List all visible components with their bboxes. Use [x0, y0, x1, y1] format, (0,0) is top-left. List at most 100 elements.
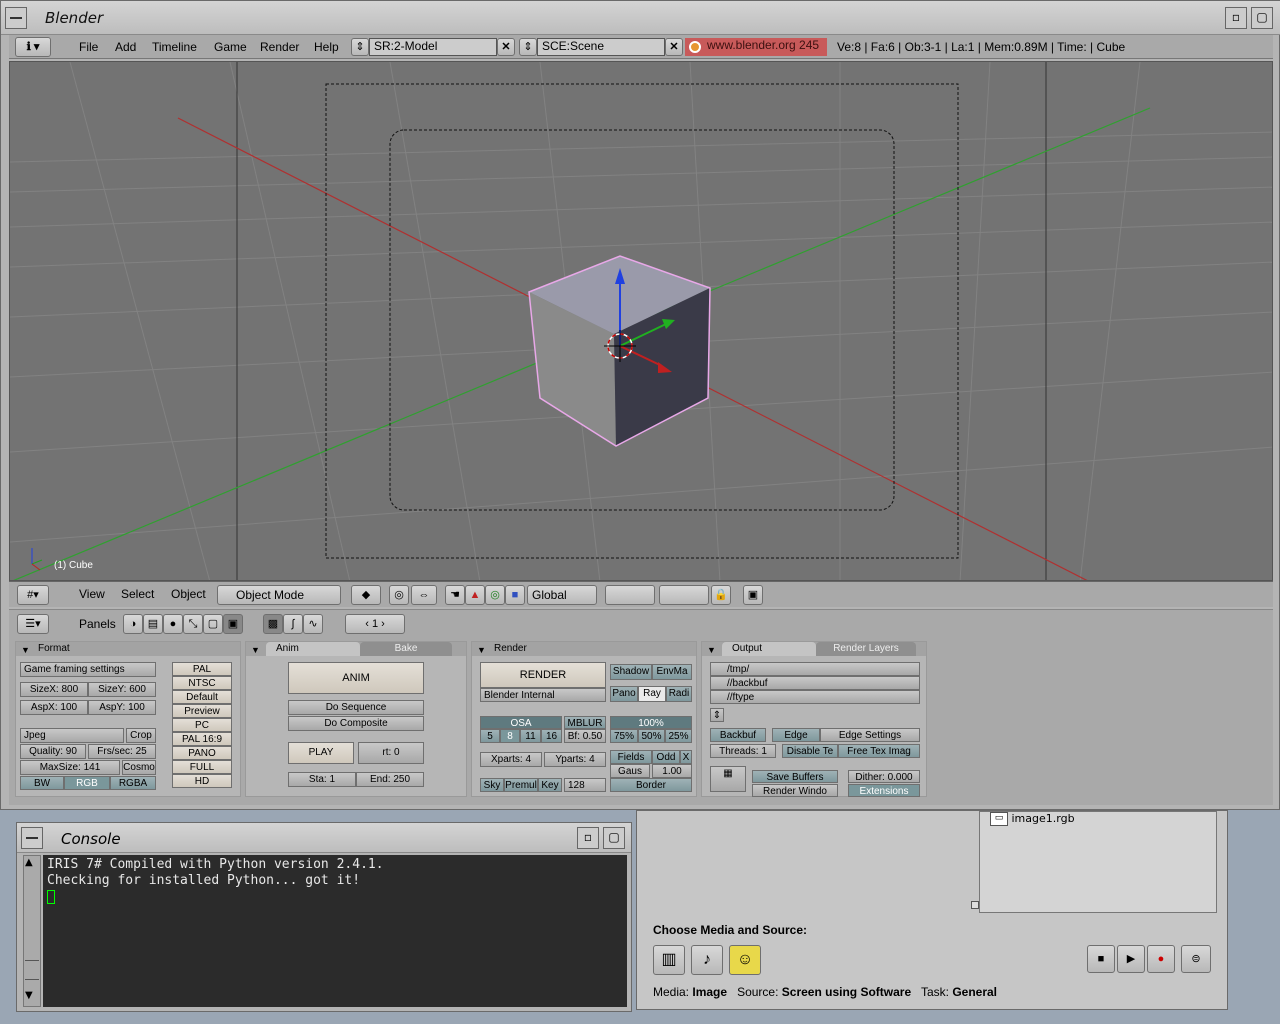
scene-name-field[interactable]: SCE:Scene — [537, 38, 665, 56]
key-toggle[interactable]: Key — [538, 778, 562, 792]
cosmo-toggle[interactable]: Cosmo — [122, 760, 156, 775]
render-window-select[interactable]: Render Windo — [752, 784, 838, 797]
extensions-toggle[interactable]: Extensions — [848, 784, 920, 797]
3dview-editor-type-icon[interactable]: #▾ — [17, 585, 49, 605]
fps-field[interactable]: Frs/sec: 25 — [88, 744, 156, 759]
console-maximize-button[interactable]: ▢ — [603, 827, 625, 849]
save-buffers-toggle[interactable]: Save Buffers — [752, 770, 838, 783]
rgba-toggle[interactable]: RGBA — [110, 776, 156, 790]
ftype-path-field[interactable]: //ftype — [710, 690, 920, 704]
output-path-field[interactable]: /tmp/ — [710, 662, 920, 676]
preset-pal[interactable]: PAL — [172, 662, 232, 676]
fields-toggle[interactable]: Fields — [610, 750, 652, 764]
preset-preview[interactable]: Preview — [172, 704, 232, 718]
preset-pal-169[interactable]: PAL 16:9 — [172, 732, 232, 746]
editor-type-button[interactable]: ℹ ▾ — [15, 37, 51, 57]
video-source-icon[interactable]: ▥ — [653, 945, 685, 975]
scroll-down-icon[interactable]: ▼ — [25, 990, 33, 1001]
aspx-field[interactable]: AspX: 100 — [20, 700, 88, 715]
shadow-toggle[interactable]: Shadow — [610, 664, 652, 680]
align-icon[interactable]: ⇔ — [411, 585, 437, 605]
render-preview-icon[interactable]: ▣ — [743, 585, 763, 605]
x-toggle[interactable]: X — [680, 750, 692, 764]
scene-browse-button[interactable]: ⇕ — [519, 38, 537, 56]
menu-help[interactable]: Help — [314, 40, 339, 54]
layers-group-2[interactable] — [659, 585, 709, 605]
premul-toggle[interactable]: Premul — [504, 778, 538, 792]
menu-select[interactable]: Select — [121, 587, 154, 601]
orientation-select[interactable]: Global — [527, 585, 597, 605]
shading-context-icon[interactable]: ● — [163, 614, 183, 634]
edge-settings-button[interactable]: Edge Settings — [820, 728, 920, 742]
do-composite-toggle[interactable]: Do Composite — [288, 716, 424, 731]
anim-buttons-icon[interactable]: ∫ — [283, 614, 303, 634]
lock-icon[interactable]: 🔒 — [711, 585, 731, 605]
extra-toggle[interactable]: ⇕ — [710, 708, 724, 722]
console-minimize-button[interactable]: ▫ — [577, 827, 599, 849]
render-panel-header[interactable]: ▼ Render — [472, 642, 696, 656]
bw-toggle[interactable]: BW — [20, 776, 64, 790]
menu-timeline[interactable]: Timeline — [152, 40, 197, 54]
osa-toggle[interactable]: OSA — [480, 716, 562, 729]
console-scrollbar[interactable]: ▲ ▼ — [23, 855, 41, 1007]
preset-hd[interactable]: HD — [172, 774, 232, 788]
tab-output[interactable]: Output — [722, 642, 816, 656]
media-list-item[interactable]: ▭ image1.rgb — [990, 812, 1075, 826]
bf-field[interactable]: Bf: 0.50 — [564, 729, 606, 743]
buttons-editor-type-icon[interactable]: ☰▾ — [17, 614, 49, 634]
start-frame-field[interactable]: Sta: 1 — [288, 772, 356, 787]
edge-toggle[interactable]: Edge — [772, 728, 820, 742]
crop-toggle[interactable]: Crop — [126, 728, 156, 743]
preset-pano[interactable]: PANO — [172, 746, 232, 760]
osa-5[interactable]: 5 — [480, 729, 500, 743]
blender-url-badge[interactable]: www.blender.org 245 — [685, 38, 827, 56]
free-tex-toggle[interactable]: Free Tex Imag — [838, 744, 920, 758]
size-75-toggle[interactable]: 75% — [610, 729, 638, 743]
maximize-button[interactable]: ▢ — [1251, 7, 1273, 29]
mblur-toggle[interactable]: MBLUR — [564, 716, 606, 729]
menu-add[interactable]: Add — [115, 40, 136, 54]
osa-11[interactable]: 11 — [520, 729, 541, 743]
preset-pc[interactable]: PC — [172, 718, 232, 732]
filetype-select[interactable]: Jpeg — [20, 728, 124, 743]
broadcast-icon[interactable]: ⊜ — [1181, 945, 1211, 973]
play-button[interactable]: PLAY — [288, 742, 354, 764]
object-context-icon[interactable]: ⤡ — [183, 614, 203, 634]
anim-button[interactable]: ANIM — [288, 662, 424, 694]
logic-context-icon[interactable]: ◑ — [123, 614, 143, 634]
scale-icon[interactable]: ■ — [505, 585, 525, 605]
end-frame-field[interactable]: End: 250 — [356, 772, 424, 787]
depth-select[interactable]: 128 — [564, 778, 606, 792]
editing-context-icon[interactable]: ▢ — [203, 614, 223, 634]
3d-viewport[interactable]: (1) Cube — [9, 61, 1273, 581]
image-source-icon[interactable]: ☺ — [729, 945, 761, 975]
render-buttons-icon[interactable]: ▩ — [263, 614, 283, 634]
screen-name-field[interactable]: SR:2-Model — [369, 38, 497, 56]
quality-field[interactable]: Quality: 90 — [20, 744, 86, 759]
format-panel-header[interactable]: ▼ Format — [16, 642, 240, 656]
filter-size-field[interactable]: 1.00 — [652, 764, 692, 778]
framing-preset-button[interactable]: Game framing settings — [20, 662, 156, 677]
maxsize-field[interactable]: MaxSize: 141 — [20, 760, 120, 775]
pivot-icon[interactable]: ◎ — [389, 585, 409, 605]
filter-select[interactable]: Gaus — [610, 764, 650, 778]
play-media-button[interactable]: ▶ — [1117, 945, 1145, 973]
menu-view[interactable]: View — [79, 587, 105, 601]
backbuf-toggle[interactable]: Backbuf — [710, 728, 766, 742]
draw-type-icon[interactable]: ◆ — [351, 585, 381, 605]
scene-context-icon[interactable]: ▣ — [223, 614, 243, 634]
minimize-button[interactable]: ▫ — [1225, 7, 1247, 29]
manipulator-hand-icon[interactable]: ☚ — [445, 585, 465, 605]
menu-file[interactable]: File — [79, 40, 98, 54]
do-sequence-toggle[interactable]: Do Sequence — [288, 700, 424, 715]
disable-tex-toggle[interactable]: Disable Te — [782, 744, 838, 758]
ray-toggle[interactable]: Ray — [638, 686, 666, 702]
backbuf-path-field[interactable]: //backbuf — [710, 676, 920, 690]
mode-select[interactable]: Object Mode — [217, 585, 341, 605]
tab-render-layers[interactable]: Render Layers — [816, 642, 916, 656]
console-menu-button[interactable] — [21, 827, 43, 849]
layers-group-1[interactable] — [605, 585, 655, 605]
border-toggle[interactable]: Border — [610, 778, 692, 792]
console-output[interactable]: IRIS 7# Compiled with Python version 2.4… — [43, 855, 627, 1007]
screen-browse-button[interactable]: ⇕ — [351, 38, 369, 56]
